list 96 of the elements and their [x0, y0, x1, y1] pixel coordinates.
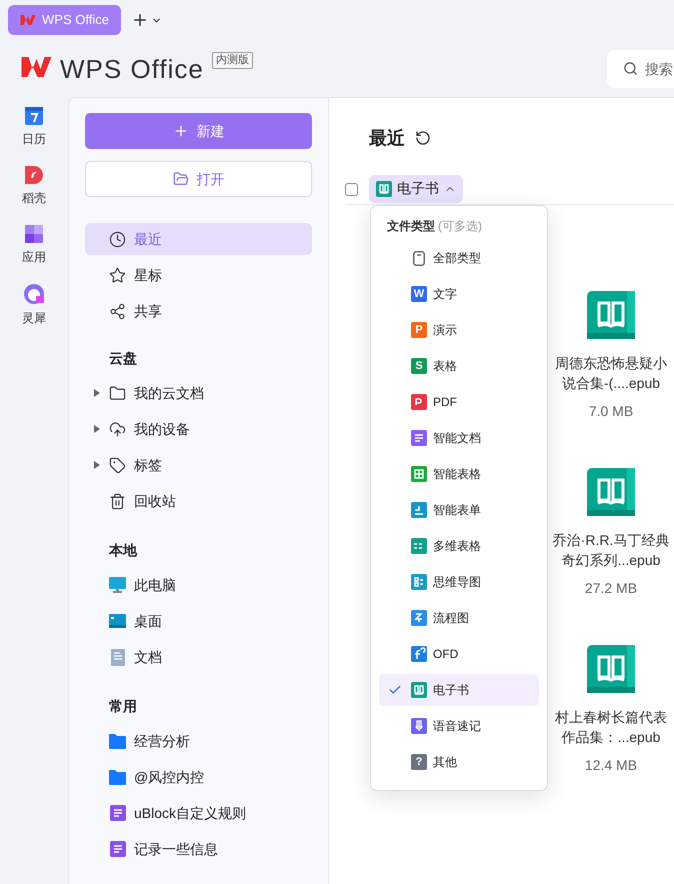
menu-item[interactable]: 思维导图 — [379, 566, 539, 598]
folder-icon — [109, 734, 126, 748]
menu-hint: (可多选) — [438, 218, 482, 235]
microphone-icon — [411, 718, 427, 734]
trash-icon — [109, 492, 126, 510]
share-icon — [109, 302, 126, 320]
expand-arrow-icon[interactable] — [94, 389, 100, 397]
apps-icon — [25, 225, 43, 243]
book-icon — [376, 180, 392, 196]
menu-item[interactable]: 电子书 — [379, 674, 539, 706]
ebook-file-icon — [587, 468, 635, 516]
menu-item[interactable]: 智能文档 — [379, 422, 539, 454]
rail-item[interactable]: 灵犀 — [9, 284, 59, 327]
file-type-icon — [411, 502, 427, 518]
logo-icon — [20, 54, 53, 78]
open-button[interactable]: 打开 — [85, 161, 312, 197]
new-button[interactable]: 新建 — [85, 113, 312, 149]
rail-item[interactable]: 稻壳 — [9, 166, 59, 207]
nav-item[interactable]: 星标 — [85, 259, 312, 291]
file-type-icon — [411, 574, 427, 590]
menu-item[interactable]: S 表格 — [379, 350, 539, 382]
beta-badge: 内测版 — [212, 52, 253, 69]
smart-document-icon — [110, 805, 126, 821]
rail-item[interactable]: 应用 — [9, 225, 59, 266]
expand-arrow-icon[interactable] — [94, 461, 100, 469]
desktop-icon — [109, 614, 126, 628]
menu-title: 文件类型 — [387, 218, 435, 235]
file-type-icon — [411, 394, 427, 410]
sidebar-item[interactable]: 此电脑 — [85, 567, 312, 603]
search-icon — [623, 60, 638, 76]
file-icon — [413, 250, 425, 266]
filter-chip[interactable]: 电子书 — [369, 174, 463, 202]
menu-item[interactable]: PDF — [379, 386, 539, 418]
sidebar-item[interactable]: 标签 — [85, 447, 312, 483]
sidebar-item[interactable]: uBlock自定义规则 — [85, 795, 312, 831]
logo-icon — [20, 14, 36, 26]
menu-item[interactable]: 流程图 — [379, 602, 539, 634]
file-name[interactable]: 乔治·R.R.马丁经典奇幻系列...epub — [549, 530, 673, 570]
menu-item[interactable]: W 文字 — [379, 278, 539, 310]
file-type-icon: P — [411, 322, 427, 338]
tag-icon — [109, 456, 126, 474]
page-title: 最近 — [369, 126, 405, 150]
menu-item[interactable]: 全部类型 — [379, 242, 539, 274]
menu-item[interactable]: 多维表格 — [379, 530, 539, 562]
menu-item[interactable]: 智能表单 — [379, 494, 539, 526]
file-type-icon — [411, 430, 427, 446]
sidebar-item[interactable]: 经营分析 — [85, 723, 312, 759]
sidebar-item[interactable]: 回收站 — [85, 483, 312, 519]
sidebar-item[interactable]: 我的云文档 — [85, 375, 312, 411]
sidebar-item[interactable]: @风控内控 — [85, 759, 312, 795]
smart-document-icon — [110, 841, 126, 857]
section-title: 云盘 — [108, 348, 138, 368]
folder-icon — [109, 770, 126, 784]
file-type-icon: W — [411, 286, 427, 302]
file-size: 12.4 MB — [584, 756, 638, 775]
document-icon — [110, 648, 124, 666]
menu-item[interactable]: ? 其他 — [379, 746, 539, 778]
folder-icon — [172, 171, 188, 187]
nav-item[interactable]: 最近 — [85, 223, 312, 255]
ebook-file-icon — [587, 645, 635, 693]
search-field[interactable]: 搜索 — [607, 50, 674, 88]
sidebar-item[interactable]: 我的设备 — [85, 411, 312, 447]
file-size: 27.2 MB — [584, 579, 638, 598]
rail-item[interactable]: 日历 — [9, 107, 59, 148]
folder-icon — [109, 384, 126, 402]
book-icon — [411, 682, 427, 698]
app-logo-text: WPS Office — [60, 56, 204, 82]
calendar-icon — [25, 107, 43, 125]
menu-item[interactable]: 语音速记 — [379, 710, 539, 742]
file-size: 7.0 MB — [588, 402, 634, 421]
file-type-icon — [411, 646, 427, 662]
file-name[interactable]: 村上春树长篇代表作品集：...epub — [549, 707, 673, 747]
cloud-upload-icon — [109, 420, 126, 438]
file-type-icon — [411, 466, 427, 482]
section-title: 本地 — [108, 540, 138, 560]
star-icon — [109, 266, 126, 284]
plus-icon — [172, 123, 188, 139]
monitor-icon — [109, 577, 126, 593]
select-all-checkbox[interactable] — [345, 183, 358, 196]
expand-arrow-icon[interactable] — [94, 425, 100, 433]
file-name[interactable]: 周德东恐怖悬疑小说合集-(....epub — [549, 353, 673, 393]
file-type-icon: ? — [411, 754, 427, 770]
menu-item[interactable]: 智能表格 — [379, 458, 539, 490]
sidebar-item[interactable]: 文档 — [85, 639, 312, 675]
sidebar-item[interactable]: 记录一些信息 — [85, 831, 312, 867]
file-type-icon — [411, 538, 427, 554]
refresh-icon[interactable] — [415, 130, 431, 146]
section-title: 常用 — [108, 696, 138, 716]
ebook-file-icon — [587, 291, 635, 339]
file-type-icon: S — [411, 358, 427, 374]
clock-icon — [109, 230, 126, 248]
nav-item[interactable]: 共享 — [85, 295, 312, 327]
menu-item[interactable]: OFD — [379, 638, 539, 670]
sidebar-item[interactable]: 桌面 — [85, 603, 312, 639]
file-type-icon — [411, 610, 427, 626]
menu-item[interactable]: P 演示 — [379, 314, 539, 346]
